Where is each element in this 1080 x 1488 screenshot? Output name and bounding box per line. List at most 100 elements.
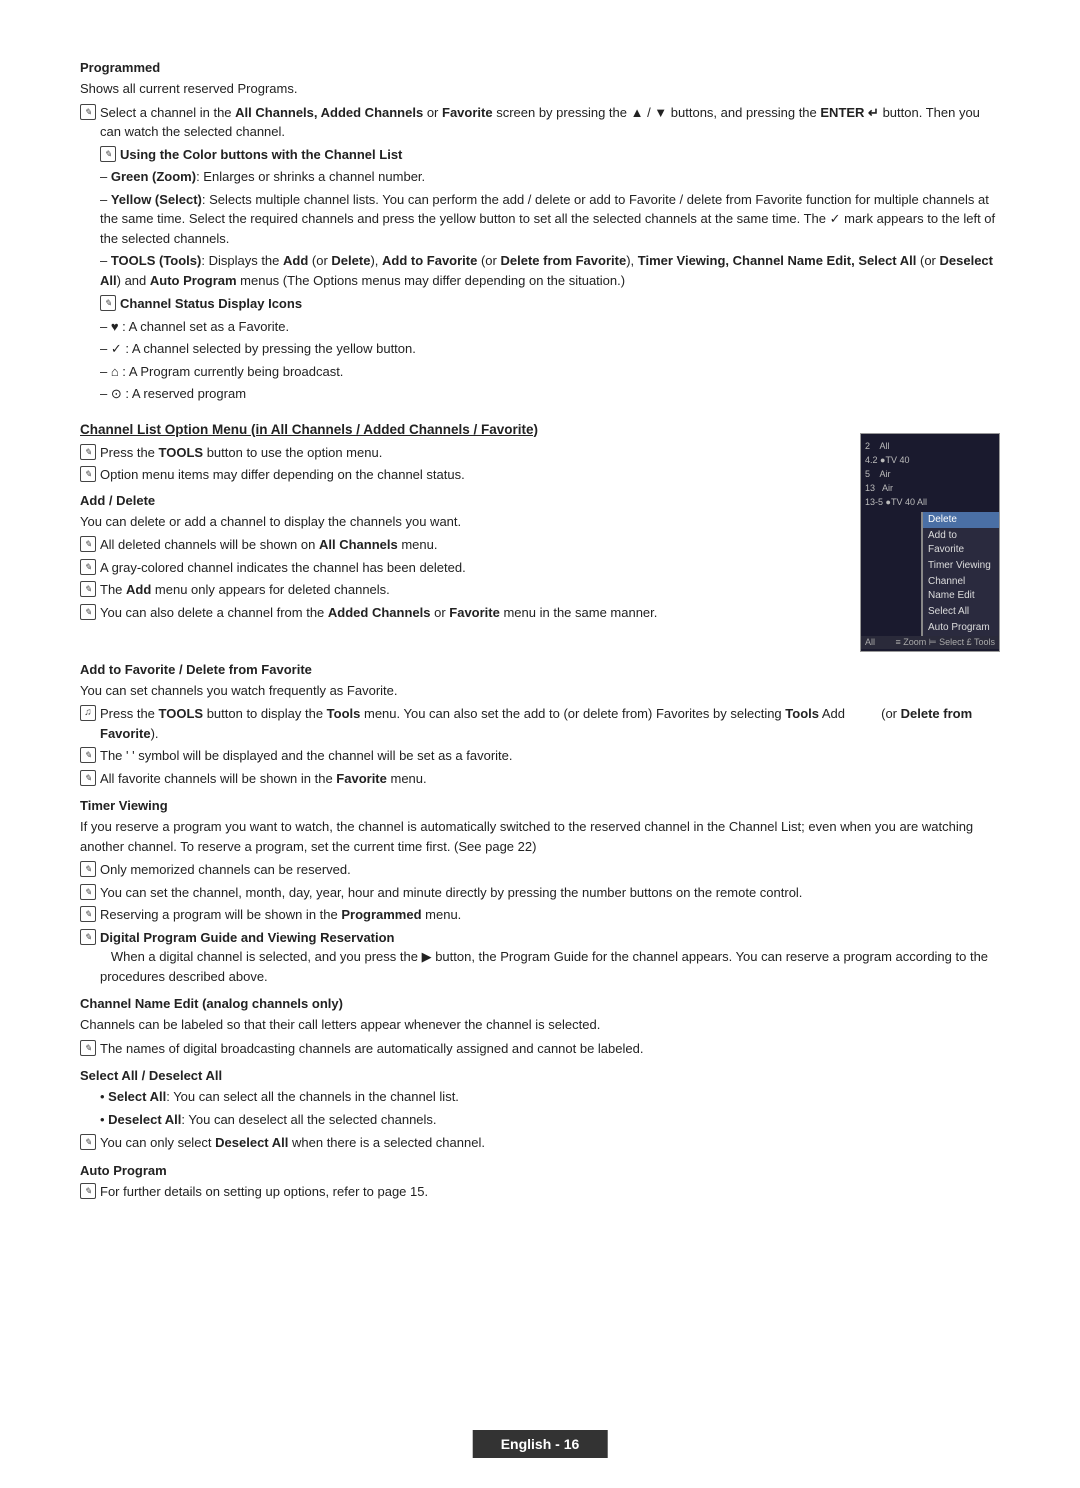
programmed-note1: Select a channel in the All Channels, Ad… bbox=[100, 103, 1000, 142]
cl-note2: Option menu items may differ depending o… bbox=[100, 465, 844, 485]
ad-note1-line: ✎ All deleted channels will be shown on … bbox=[80, 535, 844, 555]
tv-note3-line: ✎ Reserving a program will be shown in t… bbox=[80, 905, 1000, 925]
cl-row-2: 4.2 ●TV 40 bbox=[861, 453, 999, 467]
cl-row-1: 2 All bbox=[861, 439, 999, 453]
note-icon-ad1: ✎ bbox=[80, 536, 96, 552]
auto-program-section: Auto Program ✎ For further details on se… bbox=[80, 1163, 1000, 1202]
select-all-title: Select All / Deselect All bbox=[80, 1068, 1000, 1083]
fav-note1-line: ♫ Press the TOOLS button to display the … bbox=[80, 704, 1000, 743]
tv-note2-line: ✎ You can set the channel, month, day, y… bbox=[80, 883, 1000, 903]
color-yellow: Yellow (Select): Selects multiple channe… bbox=[100, 190, 1000, 249]
note-icon-2: ✎ bbox=[100, 146, 116, 162]
page-footer: English - 16 bbox=[473, 1430, 608, 1458]
note-icon-cne1: ✎ bbox=[80, 1040, 96, 1056]
sa-note1: You can only select Deselect All when th… bbox=[100, 1133, 1000, 1153]
programmed-section: Programmed Shows all current reserved Pr… bbox=[80, 60, 1000, 404]
cl-note1: Press the TOOLS button to use the option… bbox=[100, 443, 844, 463]
programmed-title: Programmed bbox=[80, 60, 1000, 75]
ad-note4: You can also delete a channel from the A… bbox=[100, 603, 844, 623]
cl-menu-select-all: Select All bbox=[923, 604, 999, 620]
sa-note1-line: ✎ You can only select Deselect All when … bbox=[80, 1133, 1000, 1153]
cl-row-5: 13-5 ●TV 40 All bbox=[861, 495, 999, 509]
status-clock: ⊙ : A reserved program bbox=[100, 384, 1000, 404]
footer-label: English - 16 bbox=[501, 1436, 580, 1452]
tv-note1-line: ✎ Only memorized channels can be reserve… bbox=[80, 860, 1000, 880]
ad-note3-line: ✎ The Add menu only appears for deleted … bbox=[80, 580, 844, 600]
tv-note2: You can set the channel, month, day, yea… bbox=[100, 883, 1000, 903]
note-icon-ap1: ✎ bbox=[80, 1183, 96, 1199]
note-icon-tv1: ✎ bbox=[80, 861, 96, 877]
status-check: ✓ : A channel selected by pressing the y… bbox=[100, 339, 1000, 359]
color-buttons-note-title-line: ✎ Using the Color buttons with the Chann… bbox=[100, 145, 1000, 165]
color-green: Green (Zoom): Enlarges or shrinks a chan… bbox=[100, 167, 1000, 187]
color-buttons-note-title: Using the Color buttons with the Channel… bbox=[120, 145, 1000, 165]
cne-note1: The names of digital broadcasting channe… bbox=[100, 1039, 1000, 1059]
note-icon-3: ✎ bbox=[100, 295, 116, 311]
ad-note2: A gray-colored channel indicates the cha… bbox=[100, 558, 844, 578]
ad-note1: All deleted channels will be shown on Al… bbox=[100, 535, 844, 555]
cl-menu-add-favorite: Add to Favorite bbox=[923, 528, 999, 558]
cne-note1-line: ✎ The names of digital broadcasting chan… bbox=[80, 1039, 1000, 1059]
fav-note1: Press the TOOLS button to display the To… bbox=[100, 704, 1000, 743]
note-icon-fav2: ✎ bbox=[80, 747, 96, 763]
cl-statusbar: All≡ Zoom ⊨ Select £ Tools bbox=[861, 636, 999, 649]
note-icon-fav1: ♫ bbox=[80, 705, 96, 721]
note-icon-fav3: ✎ bbox=[80, 770, 96, 786]
timer-viewing-title: Timer Viewing bbox=[80, 798, 1000, 813]
cl-note1-line: ✎ Press the TOOLS button to use the opti… bbox=[80, 443, 844, 463]
channel-name-edit-section: Channel Name Edit (analog channels only)… bbox=[80, 996, 1000, 1058]
fav-note3: All favorite channels will be shown in t… bbox=[100, 769, 1000, 789]
ad-note3: The Add menu only appears for deleted ch… bbox=[100, 580, 844, 600]
channel-list-option-section: Channel List Option Menu (in All Channel… bbox=[80, 422, 1000, 652]
channel-status-title-line: ✎ Channel Status Display Icons bbox=[100, 294, 1000, 314]
tv-note1: Only memorized channels can be reserved. bbox=[100, 860, 1000, 880]
programmed-note1-line: ✎ Select a channel in the All Channels, … bbox=[80, 103, 1000, 142]
select-all-item1: Select All: You can select all the chann… bbox=[100, 1087, 1000, 1107]
note-icon-ad2: ✎ bbox=[80, 559, 96, 575]
cl-menu-auto-program: Auto Program bbox=[923, 620, 999, 636]
note-icon-ad4: ✎ bbox=[80, 604, 96, 620]
ad-note4-line: ✎ You can also delete a channel from the… bbox=[80, 603, 844, 623]
fav-note2-line: ✎ The ' ' symbol will be displayed and t… bbox=[80, 746, 1000, 766]
timer-viewing-desc: If you reserve a program you want to wat… bbox=[80, 817, 1000, 856]
fav-note2: The ' ' symbol will be displayed and the… bbox=[100, 746, 1000, 766]
note-icon-1: ✎ bbox=[80, 104, 96, 120]
note-icon-tv4: ✎ bbox=[80, 929, 96, 945]
color-buttons-list: Green (Zoom): Enlarges or shrinks a chan… bbox=[100, 167, 1000, 290]
note-icon-ad3: ✎ bbox=[80, 581, 96, 597]
programmed-desc: Shows all current reserved Programs. bbox=[80, 79, 1000, 99]
fav-note3-line: ✎ All favorite channels will be shown in… bbox=[80, 769, 1000, 789]
timer-viewing-section: Timer Viewing If you reserve a program y… bbox=[80, 798, 1000, 986]
ap-note1-line: ✎ For further details on setting up opti… bbox=[80, 1182, 1000, 1202]
cl-menu-delete: Delete bbox=[923, 512, 999, 528]
cl-menu-name-edit: Channel Name Edit bbox=[923, 574, 999, 604]
select-all-item2: Deselect All: You can deselect all the s… bbox=[100, 1110, 1000, 1130]
channel-name-title: Channel Name Edit (analog channels only) bbox=[80, 996, 1000, 1011]
tv-note4-line: ✎ Digital Program Guide and Viewing Rese… bbox=[80, 928, 1000, 987]
channel-status-title: Channel Status Display Icons bbox=[120, 294, 1000, 314]
channel-list-image: 2 All 4.2 ●TV 40 5 Air 13 Air 13-5 ●TV 4… bbox=[860, 433, 1000, 652]
favorite-section: Add to Favorite / Delete from Favorite Y… bbox=[80, 662, 1000, 789]
tv-note4: Digital Program Guide and Viewing Reserv… bbox=[100, 928, 1000, 987]
note-icon-tv3: ✎ bbox=[80, 906, 96, 922]
page-content: Programmed Shows all current reserved Pr… bbox=[80, 60, 1000, 1201]
note-icon-sa1: ✎ bbox=[80, 1134, 96, 1150]
ad-note2-line: ✎ A gray-colored channel indicates the c… bbox=[80, 558, 844, 578]
tv-note3: Reserving a program will be shown in the… bbox=[100, 905, 1000, 925]
cl-menu-timer: Timer Viewing bbox=[923, 558, 999, 574]
cl-row-4: 13 Air bbox=[861, 481, 999, 495]
note-icon-cl2: ✎ bbox=[80, 466, 96, 482]
auto-program-title: Auto Program bbox=[80, 1163, 1000, 1178]
favorite-title: Add to Favorite / Delete from Favorite bbox=[80, 662, 1000, 677]
status-heart: ♥ : A channel set as a Favorite. bbox=[100, 317, 1000, 337]
note-icon-tv2: ✎ bbox=[80, 884, 96, 900]
status-program: ⌂ : A Program currently being broadcast. bbox=[100, 362, 1000, 382]
channel-name-desc: Channels can be labeled so that their ca… bbox=[80, 1015, 1000, 1035]
select-all-list: Select All: You can select all the chann… bbox=[100, 1087, 1000, 1129]
favorite-desc: You can set channels you watch frequentl… bbox=[80, 681, 1000, 701]
ap-note1: For further details on setting up option… bbox=[100, 1182, 1000, 1202]
note-icon-cl1: ✎ bbox=[80, 444, 96, 460]
channel-status-list: ♥ : A channel set as a Favorite. ✓ : A c… bbox=[100, 317, 1000, 404]
cl-note2-line: ✎ Option menu items may differ depending… bbox=[80, 465, 844, 485]
cl-row-3: 5 Air bbox=[861, 467, 999, 481]
